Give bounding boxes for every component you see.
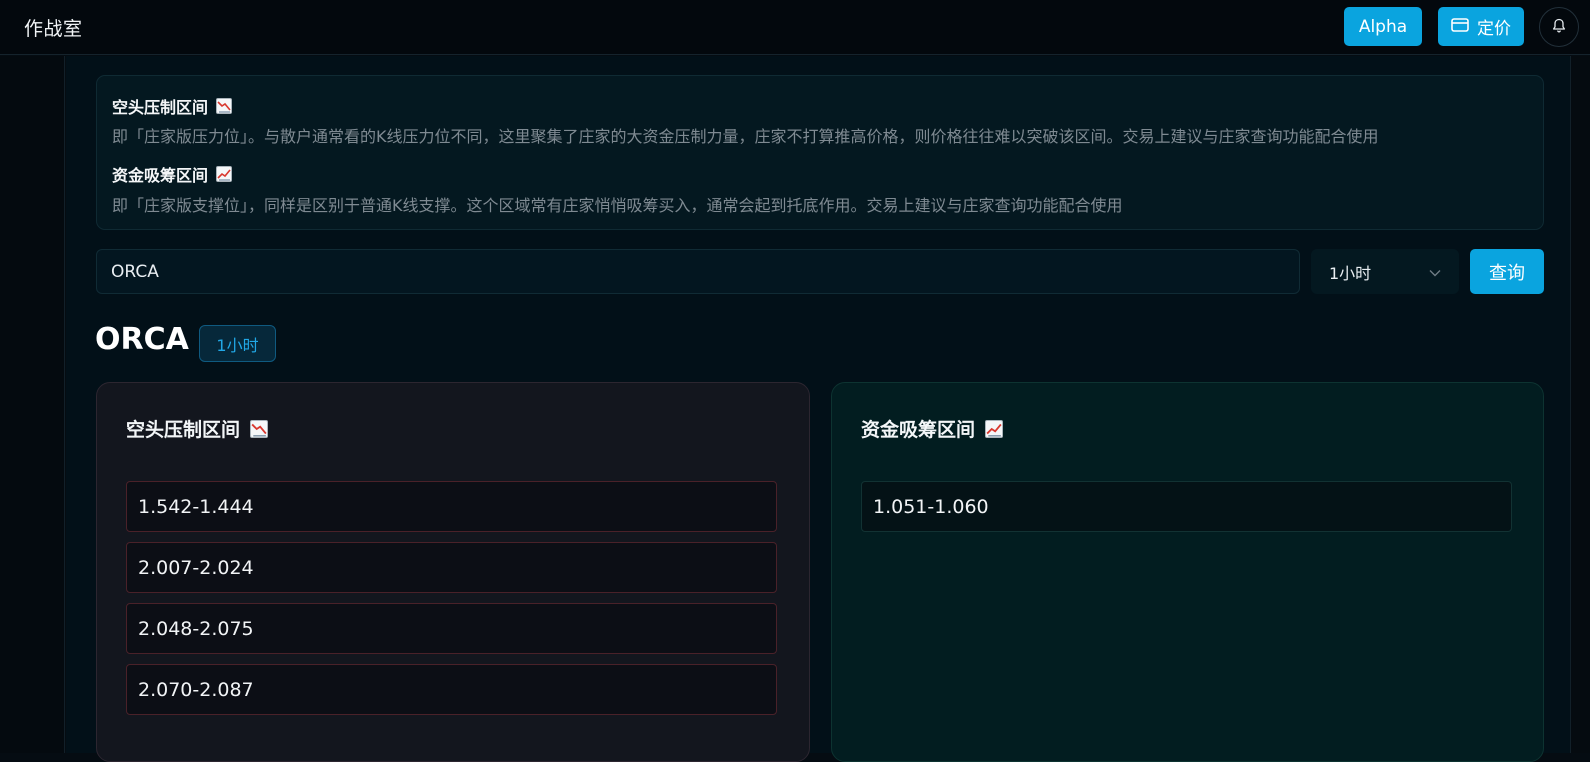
resistance-range-item: 2.048-2.075	[126, 603, 777, 654]
pricing-button[interactable]: 定价	[1438, 7, 1524, 46]
resistance-panel-title-text: 空头压制区间	[126, 419, 241, 441]
resistance-panel: 空头压制区间 1.542-1.444 2.007-2.024 2.048-2.0…	[96, 382, 810, 762]
chart-increasing-icon	[985, 419, 1004, 438]
support-panel-title: 资金吸筹区间	[861, 415, 1004, 442]
symbol-search-input[interactable]	[96, 249, 1300, 294]
info-resistance-title: 空头压制区间	[112, 94, 233, 118]
card-icon	[1451, 17, 1469, 37]
chart-decreasing-icon	[250, 419, 269, 438]
resistance-range-item: 1.542-1.444	[126, 481, 777, 532]
left-sidebar	[0, 56, 65, 753]
support-range-item: 1.051-1.060	[861, 481, 1512, 532]
bell-icon	[1552, 18, 1566, 37]
resistance-panel-title: 空头压制区间	[126, 415, 269, 442]
interval-select-value: 1小时	[1329, 263, 1372, 283]
info-resistance-title-text: 空头压制区间	[112, 98, 209, 117]
info-support-title-text: 资金吸筹区间	[112, 166, 209, 185]
info-support-desc: 即「庄家版支撑位」，同样是区别于普通K线支撑。这个区域常有庄家悄悄吸筹买入，通常…	[112, 196, 1123, 215]
support-panel-title-text: 资金吸筹区间	[861, 419, 976, 441]
chevron-down-icon	[1429, 262, 1441, 281]
pricing-label: 定价	[1477, 19, 1511, 39]
resistance-range-item: 2.007-2.024	[126, 542, 777, 593]
chart-increasing-icon	[216, 166, 233, 182]
interval-badge: 1小时	[199, 325, 276, 362]
support-panel: 资金吸筹区间 1.051-1.060	[831, 382, 1544, 762]
info-box: 空头压制区间 即「庄家版压力位」。与散户通常看的K线压力位不同，这里聚集了庄家的…	[96, 75, 1544, 230]
chart-decreasing-icon	[216, 98, 233, 114]
interval-select[interactable]: 1小时	[1311, 249, 1459, 294]
query-button[interactable]: 查询	[1470, 249, 1544, 294]
result-symbol: ORCA	[95, 322, 189, 357]
info-support-title: 资金吸筹区间	[112, 162, 233, 186]
app-title: 作战室	[24, 18, 83, 40]
scrollbar-track[interactable]	[1570, 56, 1590, 753]
notifications-button[interactable]	[1539, 7, 1579, 47]
alpha-button[interactable]: Alpha	[1344, 7, 1422, 46]
info-resistance-desc: 即「庄家版压力位」。与散户通常看的K线压力位不同，这里聚集了庄家的大资金压制力量…	[112, 127, 1379, 146]
top-bar: 作战室 Alpha 定价	[0, 0, 1590, 55]
resistance-range-item: 2.070-2.087	[126, 664, 777, 715]
